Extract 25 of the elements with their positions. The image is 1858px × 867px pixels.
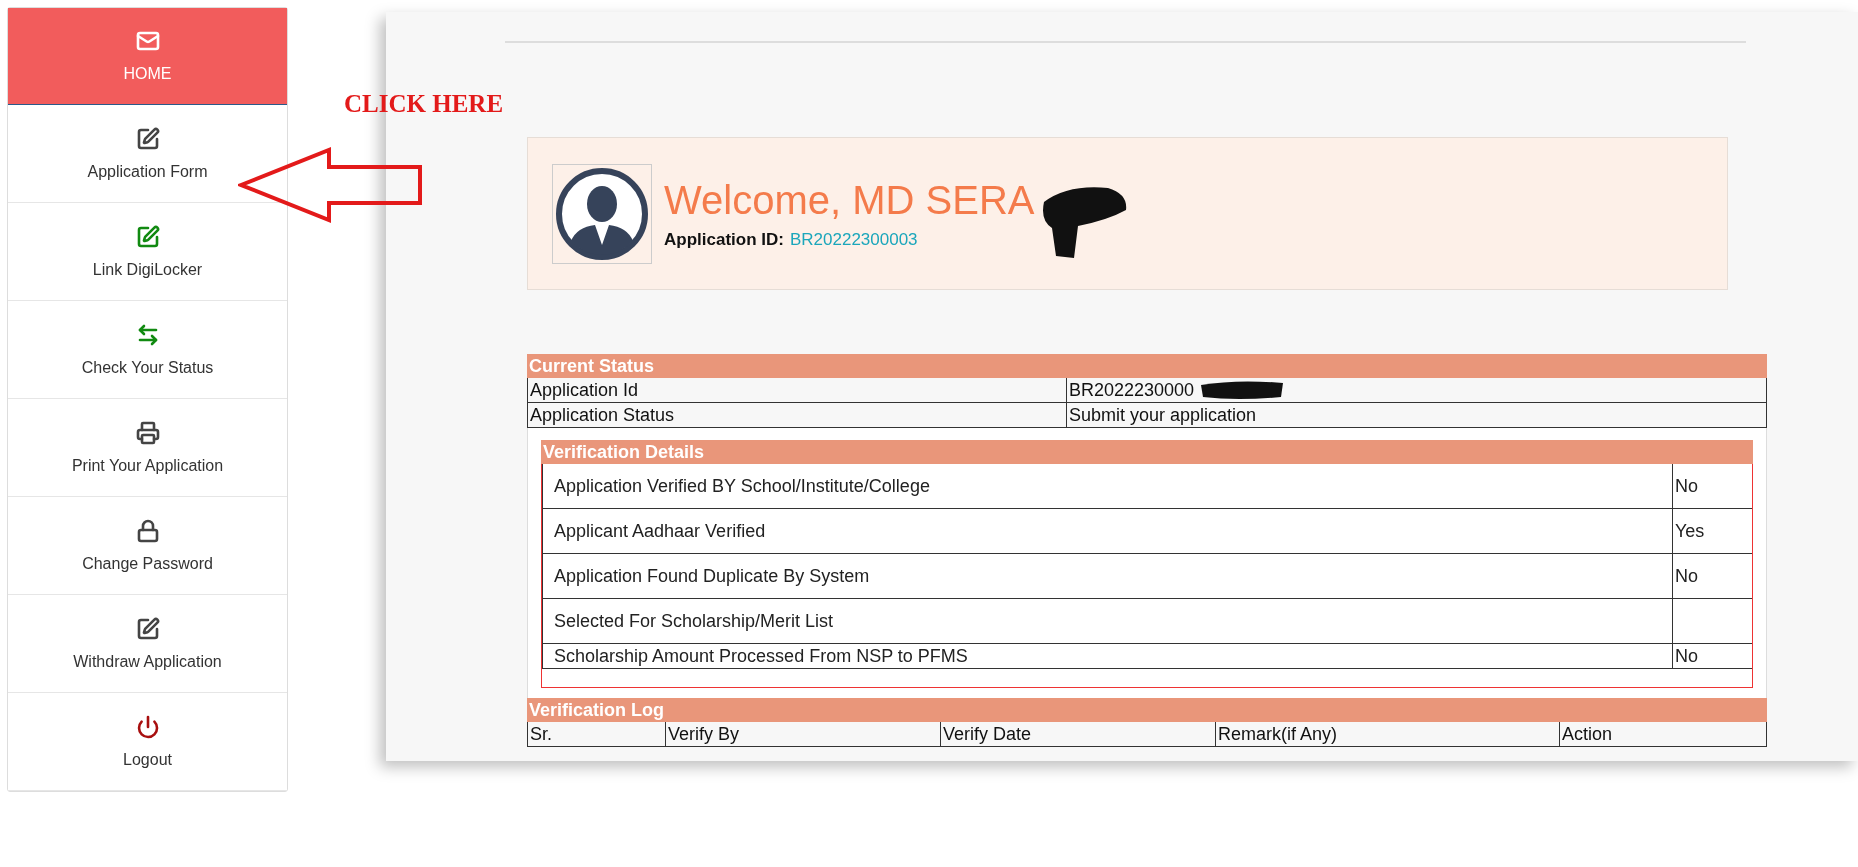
- welcome-heading: Welcome, MD SERA: [664, 177, 1035, 223]
- column-header: Verify Date: [940, 722, 1215, 746]
- table-cell: Submit your application: [1066, 403, 1766, 427]
- table-cell: Applicant Aadhaar Verified: [542, 509, 1672, 553]
- table-cell: Application Verified BY School/Institute/College: [542, 464, 1672, 508]
- section-title: Verification Log: [528, 700, 665, 720]
- application-id-value: BR20222300003: [789, 229, 918, 250]
- annotation-text: CLICK HERE: [344, 90, 504, 118]
- table-cell: Scholarship Amount Processed From NSP to PFMS: [542, 644, 1672, 668]
- column-header: Remark(if Any): [1215, 722, 1559, 746]
- table-cell: No: [1672, 464, 1752, 508]
- application-id-label: Application ID:: [664, 229, 784, 250]
- table-cell: Selected For Scholarship/Merit List: [542, 599, 1672, 643]
- column-header: Sr.: [529, 723, 553, 746]
- table-cell: BR2022230000: [1066, 378, 1766, 402]
- table-cell: Yes: [1672, 509, 1752, 553]
- table-cell-text: Application Id: [529, 379, 640, 402]
- table-cell: Application Found Duplicate By System: [542, 554, 1672, 598]
- column-header: Action: [1559, 722, 1766, 746]
- column-header: Verify By: [665, 722, 940, 746]
- table-cell: No: [1672, 554, 1752, 598]
- table-cell: No: [1672, 644, 1752, 668]
- table-cell-text: Application Status: [529, 404, 676, 427]
- section-title: Current Status: [528, 356, 654, 376]
- section-title: Verification Details: [542, 442, 705, 462]
